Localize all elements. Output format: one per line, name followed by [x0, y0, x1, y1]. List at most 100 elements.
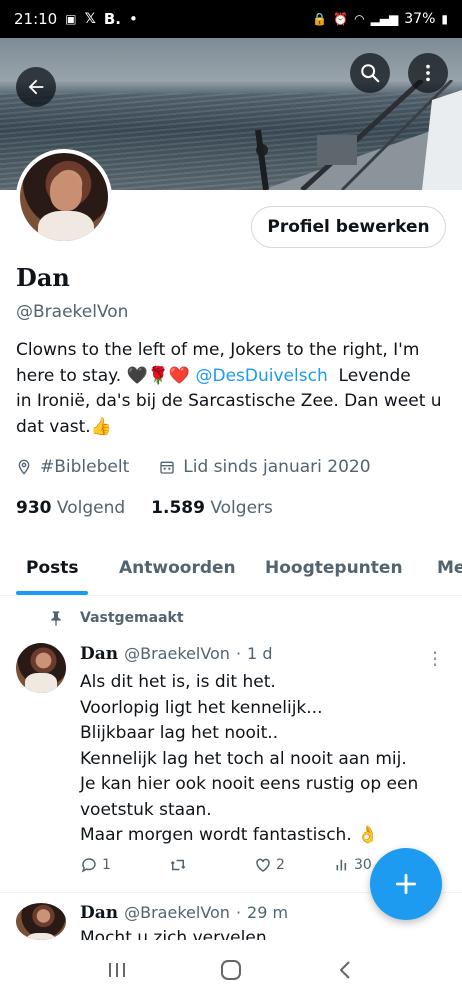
system-navigation-bar: [0, 940, 462, 1000]
wifi-icon: ◠: [354, 12, 365, 26]
home-button[interactable]: [211, 950, 251, 990]
lock-icon: 🔒: [312, 12, 328, 26]
views-count: 30: [354, 857, 372, 873]
tab-replies[interactable]: Antwoorden: [119, 558, 236, 578]
post-actions: 1 2 30: [80, 856, 380, 874]
followers-link[interactable]: 1.589 Volgers: [151, 498, 273, 518]
location-pin-icon: [18, 459, 30, 475]
profile-avatar[interactable]: [16, 149, 112, 245]
tab-posts[interactable]: Posts: [26, 558, 79, 578]
post-timestamp[interactable]: 29 m: [247, 903, 288, 922]
followers-count: 1.589: [151, 498, 205, 518]
arrow-left-icon: [28, 79, 44, 95]
pin-icon: [51, 611, 61, 626]
profile-location-link[interactable]: #Biblebelt: [40, 457, 129, 477]
post-avatar[interactable]: [16, 903, 66, 940]
banner-boat-deck: [255, 80, 462, 190]
search-icon: [361, 64, 380, 83]
profile-tabs: Posts Antwoorden Hoogtepunten Me: [0, 540, 462, 596]
repost-icon: [170, 859, 186, 871]
profile-joined: Lid sinds januari 2020: [183, 457, 371, 477]
post-author-name[interactable]: Dan: [80, 644, 118, 664]
battery-level: 37%: [404, 11, 436, 27]
bio-line-1: Clowns to the left of me, Jokers to the …: [16, 340, 420, 360]
post-separator: ·: [235, 903, 242, 922]
pinned-label: Vastgemaakt: [80, 610, 184, 626]
bio-line-2: here to stay. 🖤🌹❤️ @DesDuivelsch Levende: [16, 364, 446, 390]
profile-meta: #Biblebelt Lid sinds januari 2020: [16, 457, 371, 477]
reply-icon: [81, 858, 96, 873]
x-logo-icon: 𝕏: [84, 11, 96, 27]
avatar-face: [50, 173, 82, 211]
post-more-icon[interactable]: · · ·: [430, 643, 440, 675]
status-time: 21:10: [14, 10, 58, 28]
home-icon: [221, 960, 241, 980]
reply-button[interactable]: 1: [80, 856, 168, 874]
post-line: voetstuk staan.: [80, 799, 212, 820]
following-link[interactable]: 930 Volgend: [16, 498, 125, 518]
heart-icon: [256, 858, 270, 872]
profile-name: Dan: [16, 263, 70, 292]
recent-apps-icon: [109, 963, 125, 977]
plus-icon: [395, 873, 417, 895]
post-line: Je kan hier ook nooit eens rustig op een: [80, 774, 419, 794]
chevron-left-icon: [339, 961, 350, 979]
bio-line-3: in Ironië, da's bij de Sarcastische Zee.…: [16, 391, 442, 411]
repost-button[interactable]: [168, 856, 254, 874]
alarm-icon: ⏰: [333, 12, 349, 26]
reply-count: 1: [102, 857, 111, 873]
more-vertical-icon: [426, 64, 430, 82]
bio-mention-link[interactable]: @DesDuivelsch: [196, 366, 328, 386]
like-count: 2: [276, 857, 285, 873]
post-author-name[interactable]: Dan: [80, 903, 118, 923]
status-dot: •: [129, 10, 138, 28]
profile-bio: Clowns to the left of me, Jokers to the …: [16, 338, 446, 440]
avatar-shirt: [38, 211, 94, 241]
calendar-icon: [160, 461, 174, 474]
post-header: Dan @BraekelVon · 1 d: [80, 644, 272, 664]
like-button[interactable]: 2: [254, 856, 334, 874]
bio-line-2-suffix: Levende: [327, 365, 411, 386]
avatar-shirt: [25, 933, 57, 940]
post-header: Dan @BraekelVon · 29 m: [80, 903, 288, 923]
pinned-indicator: Vastgemaakt: [48, 609, 184, 627]
following-label: Volgend: [56, 498, 126, 518]
search-button[interactable]: [350, 53, 390, 93]
post-author-handle[interactable]: @BraekelVon: [124, 644, 230, 663]
post-line: Als dit het is, is dit het.: [80, 672, 276, 692]
views-button[interactable]: 30: [334, 857, 372, 873]
compose-post-button[interactable]: [370, 848, 442, 920]
more-options-button[interactable]: [408, 53, 448, 93]
following-count: 930: [16, 498, 52, 518]
active-tab-indicator: [16, 591, 88, 595]
bio-line-4: dat vast.👍: [16, 416, 112, 437]
post-text[interactable]: Als dit het is, is dit het. Voorlopig li…: [80, 670, 440, 849]
signal-icon: ▂▄▆: [370, 12, 399, 26]
avatar-shirt: [25, 673, 57, 693]
tab-media[interactable]: Me: [437, 558, 462, 578]
bio-line-2-prefix: here to stay.: [16, 365, 127, 386]
battery-icon: ▮: [441, 12, 448, 26]
post-separator: ·: [235, 644, 242, 663]
edit-profile-button[interactable]: Profiel bewerken: [251, 206, 446, 248]
status-carrier-mark: B.: [103, 10, 121, 28]
followers-label: Volgers: [210, 498, 273, 518]
system-back-button[interactable]: [325, 950, 365, 990]
profile-handle: @BraekelVon: [16, 302, 129, 322]
status-bar: 21:10 ▣ 𝕏 B. • 🔒 ⏰ ◠ ▂▄▆ 37% ▮: [0, 0, 462, 38]
post-avatar[interactable]: [16, 643, 66, 693]
post-timestamp[interactable]: 1 d: [247, 644, 272, 663]
gallery-icon: ▣: [65, 12, 77, 26]
tab-highlights[interactable]: Hoogtepunten: [265, 558, 403, 578]
follow-stats: 930 Volgend 1.589 Volgers: [16, 498, 273, 518]
views-chart-icon: [336, 859, 347, 871]
post-line: Voorlopig ligt het kennelijk...: [80, 697, 323, 718]
post-author-handle[interactable]: @BraekelVon: [124, 903, 230, 922]
bio-emoji: 🖤🌹❤️: [126, 365, 191, 386]
post-text[interactable]: Mocht u zich vervelen: [80, 928, 267, 940]
back-button[interactable]: [16, 67, 56, 107]
post-line: Kennelijk lag het toch al nooit aan mij.: [80, 748, 407, 769]
post-line: Blijkbaar lag het nooit..: [80, 723, 279, 743]
post-line: Maar morgen wordt fantastisch. 👌: [80, 825, 379, 845]
recent-apps-button[interactable]: [97, 950, 137, 990]
